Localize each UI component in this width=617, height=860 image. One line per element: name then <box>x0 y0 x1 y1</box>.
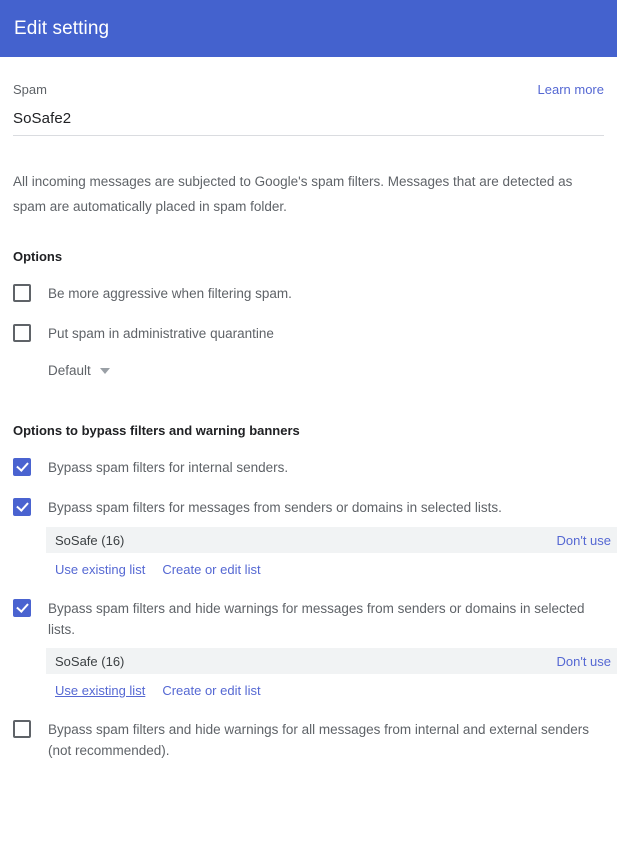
page-title: Edit setting <box>14 17 110 39</box>
bypass-all-messages-label: Bypass spam filters and hide warnings fo… <box>48 722 590 758</box>
bypass-selected-lists-label: Bypass spam filters for messages from se… <box>48 500 502 515</box>
list-actions: Use existing list Create or edit list <box>46 683 604 698</box>
list-item-name: SoSafe (16) <box>55 532 125 548</box>
bypass-selected-lists-row[interactable]: Bypass spam filters for messages from se… <box>13 497 604 518</box>
bypass-internal-senders-label: Bypass spam filters for internal senders… <box>48 460 289 475</box>
bypass-all-messages-row[interactable]: Bypass spam filters and hide warnings fo… <box>13 719 604 761</box>
list-item-name: SoSafe (16) <box>55 653 125 669</box>
use-existing-list-link[interactable]: Use existing list <box>55 683 145 698</box>
checkbox-bypass-selected-lists[interactable] <box>13 498 31 516</box>
bypass-selected-lists-block: SoSafe (16) Don't use Use existing list … <box>46 527 617 577</box>
bypass-heading: Options to bypass filters and warning ba… <box>13 423 300 438</box>
setting-description: All incoming messages are subjected to G… <box>13 174 573 214</box>
dialog-body: Spam Learn more SoSafe2 All incoming mes… <box>0 57 617 761</box>
learn-more-link[interactable]: Learn more <box>538 82 604 97</box>
option-aggressive-filtering-row[interactable]: Be more aggressive when filtering spam. <box>13 283 604 304</box>
chevron-down-icon <box>99 367 110 374</box>
create-or-edit-list-link[interactable]: Create or edit list <box>162 683 260 698</box>
list-item: SoSafe (16) Don't use <box>46 648 617 674</box>
setting-name-field[interactable]: SoSafe2 <box>13 110 604 136</box>
checkbox-bypass-all-messages[interactable] <box>13 720 31 738</box>
setting-meta-row: Spam Learn more <box>13 57 604 97</box>
bypass-hide-warnings-list-block: SoSafe (16) Don't use Use existing list … <box>46 648 617 698</box>
quarantine-select-value: Default <box>48 363 91 378</box>
bypass-hide-warnings-selected-lists-label: Bypass spam filters and hide warnings fo… <box>48 601 585 637</box>
list-item: SoSafe (16) Don't use <box>46 527 617 553</box>
dont-use-link[interactable]: Don't use <box>556 533 611 548</box>
dialog-header: Edit setting <box>0 0 617 57</box>
create-or-edit-list-link[interactable]: Create or edit list <box>162 562 260 577</box>
quarantine-select[interactable]: Default <box>48 363 110 378</box>
dont-use-link[interactable]: Don't use <box>556 654 611 669</box>
option-admin-quarantine-row[interactable]: Put spam in administrative quarantine <box>13 323 604 344</box>
checkbox-bypass-internal-senders[interactable] <box>13 458 31 476</box>
list-actions: Use existing list Create or edit list <box>46 562 604 577</box>
checkbox-admin-quarantine[interactable] <box>13 324 31 342</box>
bypass-hide-warnings-selected-lists-row[interactable]: Bypass spam filters and hide warnings fo… <box>13 598 604 640</box>
option-admin-quarantine-label: Put spam in administrative quarantine <box>48 326 274 341</box>
setting-type-label: Spam <box>13 82 47 97</box>
bypass-internal-senders-row[interactable]: Bypass spam filters for internal senders… <box>13 457 604 478</box>
setting-name-value: SoSafe2 <box>13 110 72 127</box>
options-heading: Options <box>13 249 63 264</box>
option-aggressive-filtering-label: Be more aggressive when filtering spam. <box>48 286 292 301</box>
use-existing-list-link[interactable]: Use existing list <box>55 562 145 577</box>
checkbox-bypass-hide-warnings-selected-lists[interactable] <box>13 599 31 617</box>
checkbox-aggressive-filtering[interactable] <box>13 284 31 302</box>
